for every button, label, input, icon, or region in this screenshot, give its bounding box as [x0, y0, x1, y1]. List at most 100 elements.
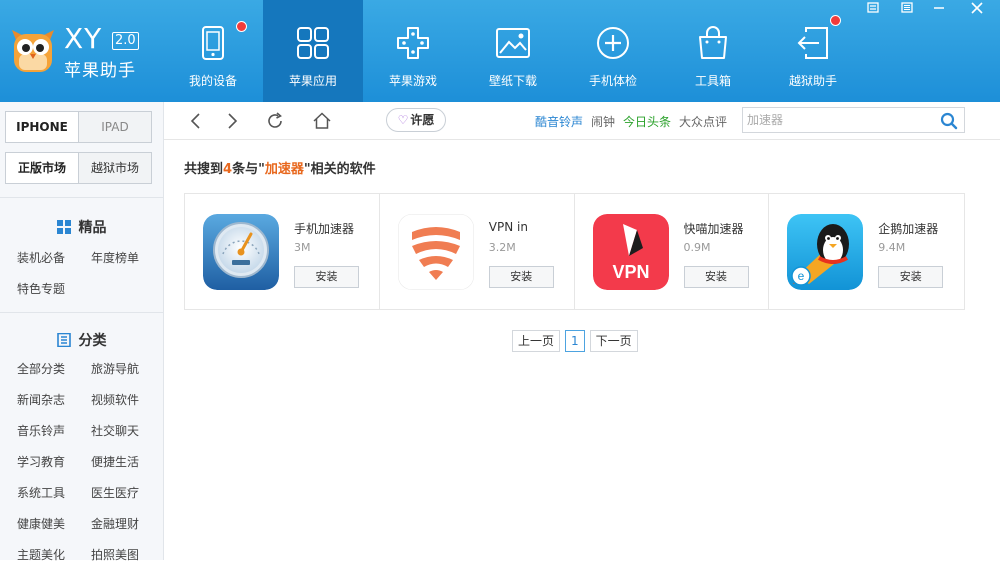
app-name: 苹果助手 [64, 61, 136, 81]
nav-wallpaper[interactable]: 壁纸下载 [463, 0, 563, 102]
minimize-button[interactable] [924, 0, 954, 16]
market-switch: 正版市场 越狱市场 [5, 152, 152, 184]
sidebar-item[interactable]: 拍照美图 [91, 546, 139, 563]
penguin-app-icon: e [787, 214, 864, 290]
install-button[interactable]: 安装 [878, 266, 944, 288]
svg-text:e: e [798, 269, 805, 283]
section-featured: 精品 [0, 217, 163, 237]
nav-phone-checkup[interactable]: 手机体检 [563, 0, 663, 102]
app-size: 0.9M [683, 241, 711, 254]
refresh-icon[interactable] [265, 111, 285, 131]
nav-label: 我的设备 [188, 74, 237, 88]
app-card[interactable]: e 企鹅加速器 9.4M 安装 [769, 194, 964, 309]
section-category: 分类 [0, 330, 163, 350]
menu-button[interactable] [858, 0, 888, 16]
sidebar-item[interactable]: 便捷生活 [91, 453, 139, 470]
sidebar-item[interactable]: 社交聊天 [91, 422, 139, 439]
search-input[interactable] [743, 108, 933, 132]
checkup-icon [597, 27, 629, 59]
sidebar-item[interactable]: 年度榜单 [91, 249, 139, 266]
search-icon[interactable] [940, 112, 958, 130]
result-summary: 共搜到4条与"加速器"相关的软件 [184, 158, 376, 177]
speedometer-app-icon [203, 214, 279, 290]
sidebar-item[interactable]: 医生医疗 [91, 484, 139, 501]
app-card[interactable]: 手机加速器 3M 安装 [185, 194, 380, 309]
app-size: 9.4M [878, 241, 906, 254]
prev-page-button[interactable]: 上一页 [512, 330, 561, 352]
install-button[interactable]: 安装 [488, 266, 554, 288]
game-icon [397, 27, 429, 59]
menu-icon [867, 2, 879, 13]
quick-link-toutiao[interactable]: 今日头条 [623, 113, 671, 130]
app-size: 3.2M [488, 241, 516, 254]
next-page-button[interactable]: 下一页 [589, 330, 638, 352]
quick-link-ringtone[interactable]: 酷音铃声 [535, 113, 583, 130]
close-icon [971, 2, 983, 14]
wish-label: 许愿 [410, 113, 435, 127]
heart-icon: ♡ [397, 113, 409, 127]
close-button[interactable] [962, 0, 992, 16]
nav-label: 越狱助手 [788, 74, 837, 88]
sidebar-item[interactable]: 金融理财 [91, 515, 139, 532]
nav-label: 苹果应用 [288, 74, 337, 88]
sidebar-item[interactable]: 全部分类 [17, 360, 65, 377]
notification-badge [830, 15, 841, 26]
nav-jailbreak[interactable]: 越狱助手 [763, 0, 863, 102]
result-middle: 条与" [232, 162, 265, 177]
wallpaper-icon [496, 28, 530, 58]
sidebar-item[interactable]: 系统工具 [17, 484, 65, 501]
nav-apple-games[interactable]: 苹果游戏 [363, 0, 463, 102]
sidebar-item[interactable]: 音乐铃声 [17, 422, 65, 439]
owl-logo-icon [12, 30, 54, 72]
skin-button[interactable] [892, 0, 922, 16]
nav-label: 壁纸下载 [488, 74, 537, 88]
sidebar-item[interactable]: 主题美化 [17, 546, 65, 563]
main-nav: 我的设备 苹果应用 苹果游戏 壁纸下载 手机体检 工具箱 越狱助手 [163, 0, 863, 102]
list-doc-icon [56, 333, 71, 347]
pagination: 上一页 1 下一页 [512, 330, 638, 352]
sidebar-item[interactable]: 学习教育 [17, 453, 65, 470]
logo-xy-text: XY [64, 22, 103, 55]
app-size: 3M [294, 241, 311, 254]
install-button[interactable]: 安装 [683, 266, 749, 288]
nav-label: 手机体检 [588, 74, 637, 88]
install-button[interactable]: 安装 [294, 266, 359, 288]
list-icon [901, 2, 913, 13]
quick-link-alarm[interactable]: 闹钟 [591, 113, 615, 130]
sidebar-item[interactable]: 健康健美 [17, 515, 65, 532]
apps-grid-icon [297, 27, 329, 59]
divider [0, 312, 163, 313]
page-number-current[interactable]: 1 [565, 330, 585, 352]
app-name: 快喵加速器 [683, 222, 744, 236]
tab-official-market[interactable]: 正版市场 [5, 152, 79, 184]
wish-button[interactable]: ♡ 许愿 [386, 108, 446, 132]
notification-badge [236, 21, 247, 32]
sidebar-item[interactable]: 装机必备 [17, 249, 65, 266]
sidebar-item[interactable]: 新闻杂志 [17, 391, 65, 408]
sidebar-item[interactable]: 特色专题 [17, 280, 65, 297]
minimize-icon [934, 7, 944, 9]
home-icon[interactable] [312, 111, 332, 131]
tab-jailbreak-market[interactable]: 越狱市场 [79, 152, 152, 184]
app-card[interactable]: VPN 快喵加速器 0.9M 安装 [575, 194, 770, 309]
quick-link-dianping[interactable]: 大众点评 [679, 113, 727, 130]
vpn-in-app-icon [397, 214, 474, 290]
forward-icon[interactable] [222, 111, 242, 131]
back-icon[interactable] [186, 111, 206, 131]
section-title: 分类 [78, 333, 107, 349]
toolbar: ♡ 许愿 酷音铃声 闹钟 今日头条 大众点评 [164, 102, 1000, 140]
nav-toolbox[interactable]: 工具箱 [663, 0, 763, 102]
section-title: 精品 [78, 220, 107, 236]
vpn-red-app-icon: VPN [592, 214, 669, 290]
tab-ipad[interactable]: IPAD [79, 111, 152, 143]
app-name: 企鹅加速器 [878, 222, 939, 236]
sidebar-item[interactable]: 旅游导航 [91, 360, 139, 377]
result-prefix: 共搜到 [184, 162, 224, 177]
nav-label: 苹果游戏 [388, 74, 437, 88]
nav-apple-apps[interactable]: 苹果应用 [263, 0, 363, 102]
tab-iphone[interactable]: IPHONE [5, 111, 79, 143]
grid-icon [56, 220, 71, 234]
app-card[interactable]: VPN in 3.2M 安装 [380, 194, 575, 309]
sidebar-item[interactable]: 视频软件 [91, 391, 139, 408]
nav-my-device[interactable]: 我的设备 [163, 0, 263, 102]
